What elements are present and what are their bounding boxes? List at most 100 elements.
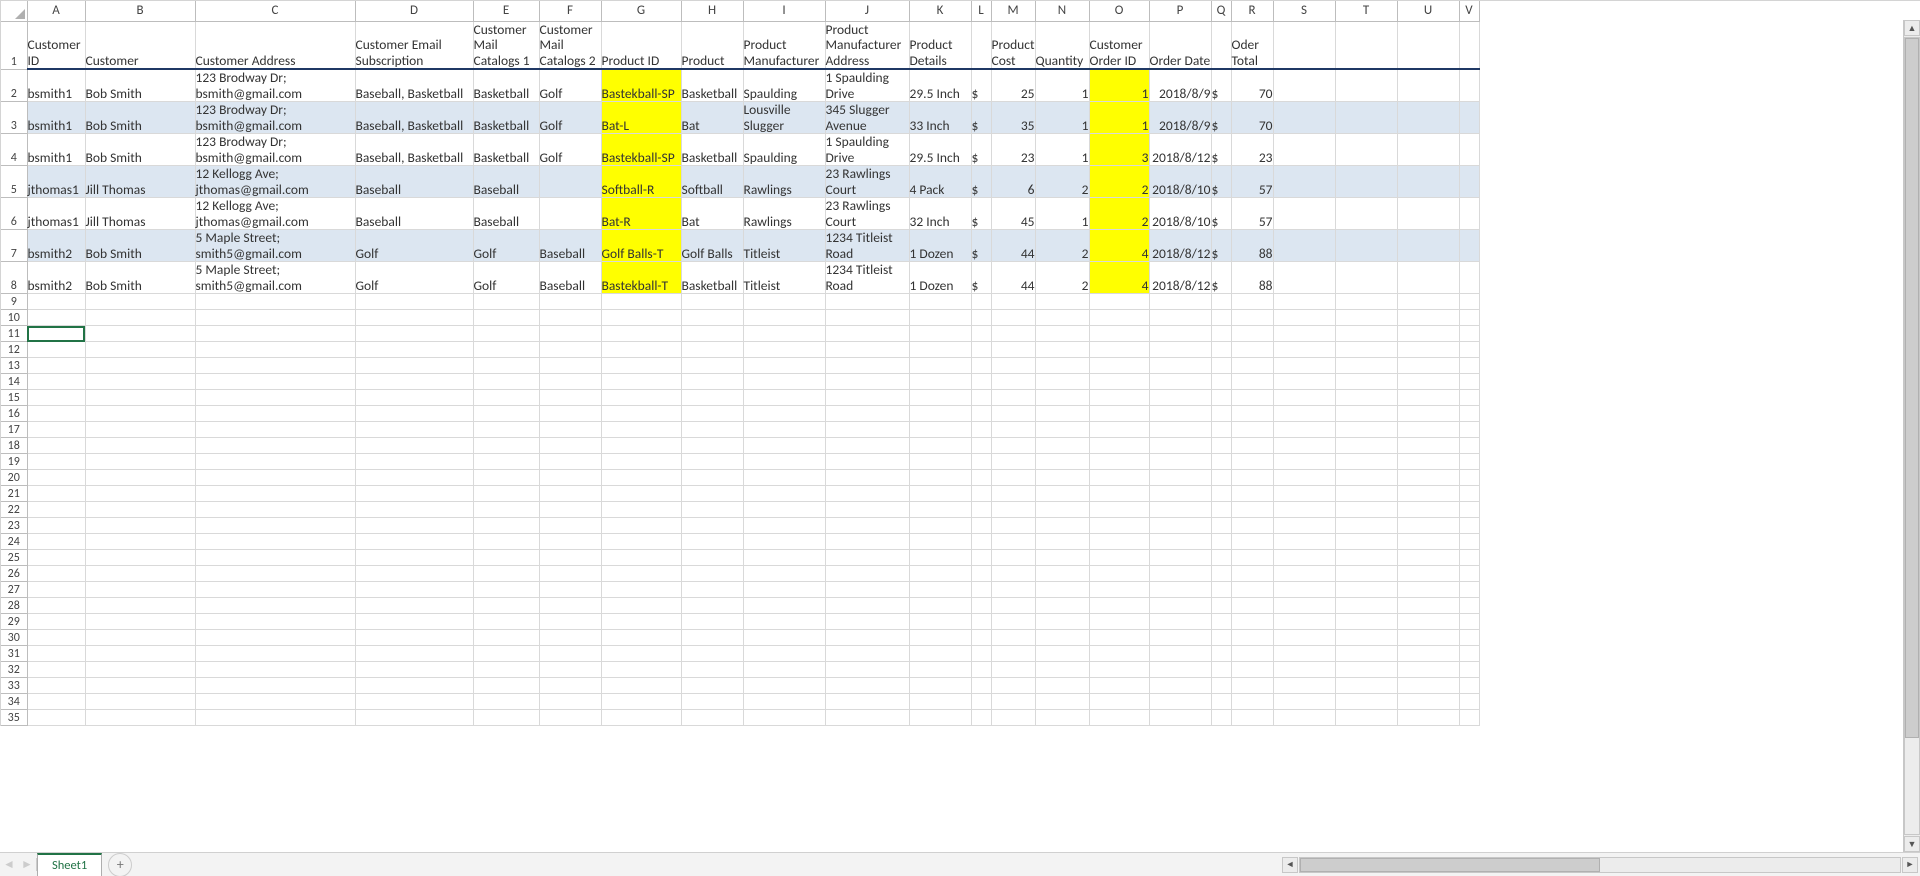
empty-cell[interactable] — [991, 406, 1035, 422]
data-cell[interactable]: 2018/8/12 — [1149, 230, 1211, 262]
empty-cell[interactable] — [473, 534, 539, 550]
empty-cell[interactable] — [473, 326, 539, 342]
empty-cell[interactable] — [539, 294, 601, 310]
header-cell[interactable] — [971, 21, 991, 69]
row-header[interactable]: 27 — [1, 582, 27, 598]
empty-cell[interactable] — [1397, 358, 1459, 374]
data-cell[interactable]: Golf — [355, 230, 473, 262]
empty-cell[interactable] — [355, 598, 473, 614]
header-cell[interactable]: Product Details — [909, 21, 971, 69]
empty-cell[interactable] — [681, 294, 743, 310]
row-header[interactable]: 8 — [1, 262, 27, 294]
empty-cell[interactable] — [825, 390, 909, 406]
empty-cell[interactable] — [601, 358, 681, 374]
empty-cell[interactable] — [1211, 454, 1231, 470]
header-cell[interactable]: Order Date — [1149, 21, 1211, 69]
empty-cell[interactable] — [909, 550, 971, 566]
data-cell[interactable]: 1 Spaulding Drive — [825, 134, 909, 166]
data-cell[interactable]: 123 Brodway Dr; bsmith@gmail.com — [195, 134, 355, 166]
header-cell[interactable]: Product ID — [601, 21, 681, 69]
empty-cell[interactable] — [1231, 438, 1273, 454]
data-cell[interactable] — [1273, 102, 1335, 134]
empty-cell[interactable] — [27, 694, 85, 710]
empty-cell[interactable] — [27, 710, 85, 726]
empty-cell[interactable] — [1035, 486, 1089, 502]
empty-cell[interactable] — [85, 326, 195, 342]
data-cell[interactable]: 2018/8/9 — [1149, 69, 1211, 102]
empty-cell[interactable] — [681, 550, 743, 566]
empty-cell[interactable] — [1397, 454, 1459, 470]
empty-cell[interactable] — [195, 358, 355, 374]
empty-cell[interactable] — [1035, 374, 1089, 390]
empty-cell[interactable] — [1459, 710, 1479, 726]
row-header[interactable]: 33 — [1, 678, 27, 694]
empty-cell[interactable] — [1397, 310, 1459, 326]
empty-cell[interactable] — [1397, 534, 1459, 550]
data-cell[interactable]: 2 — [1035, 230, 1089, 262]
data-cell[interactable]: Bob Smith — [85, 134, 195, 166]
data-cell[interactable]: 5 Maple Street; smith5@gmail.com — [195, 230, 355, 262]
empty-cell[interactable] — [1149, 694, 1211, 710]
empty-cell[interactable] — [825, 358, 909, 374]
data-cell[interactable] — [1459, 134, 1479, 166]
empty-cell[interactable] — [909, 358, 971, 374]
empty-cell[interactable] — [991, 518, 1035, 534]
row-header[interactable]: 24 — [1, 534, 27, 550]
empty-cell[interactable] — [473, 566, 539, 582]
empty-cell[interactable] — [1459, 294, 1479, 310]
row-header[interactable]: 3 — [1, 102, 27, 134]
empty-cell[interactable] — [601, 454, 681, 470]
empty-cell[interactable] — [539, 582, 601, 598]
row-header[interactable]: 35 — [1, 710, 27, 726]
empty-cell[interactable] — [743, 518, 825, 534]
empty-cell[interactable] — [85, 454, 195, 470]
empty-cell[interactable] — [601, 470, 681, 486]
data-cell[interactable]: Titleist — [743, 262, 825, 294]
empty-cell[interactable] — [1273, 678, 1335, 694]
empty-cell[interactable] — [1211, 518, 1231, 534]
data-cell[interactable]: 1 — [1089, 69, 1149, 102]
empty-cell[interactable] — [355, 390, 473, 406]
empty-cell[interactable] — [681, 486, 743, 502]
empty-cell[interactable] — [1089, 342, 1149, 358]
empty-cell[interactable] — [27, 390, 85, 406]
data-cell[interactable]: 44 — [991, 230, 1035, 262]
empty-cell[interactable] — [539, 566, 601, 582]
empty-cell[interactable] — [971, 678, 991, 694]
header-cell[interactable] — [1397, 21, 1459, 69]
empty-cell[interactable] — [195, 646, 355, 662]
empty-cell[interactable] — [473, 646, 539, 662]
empty-cell[interactable] — [1273, 406, 1335, 422]
empty-cell[interactable] — [1335, 294, 1397, 310]
vscroll-track[interactable] — [1904, 37, 1920, 835]
empty-cell[interactable] — [85, 534, 195, 550]
empty-cell[interactable] — [1459, 438, 1479, 454]
data-cell[interactable]: 23 Rawlings Court — [825, 198, 909, 230]
empty-cell[interactable] — [539, 678, 601, 694]
empty-cell[interactable] — [1211, 422, 1231, 438]
data-cell[interactable]: Basketball — [473, 102, 539, 134]
empty-cell[interactable] — [1273, 358, 1335, 374]
data-cell[interactable]: 1 — [1089, 102, 1149, 134]
empty-cell[interactable] — [681, 502, 743, 518]
empty-cell[interactable] — [539, 486, 601, 502]
empty-cell[interactable] — [601, 502, 681, 518]
empty-cell[interactable] — [1335, 614, 1397, 630]
empty-cell[interactable] — [1397, 646, 1459, 662]
empty-cell[interactable] — [1397, 294, 1459, 310]
column-header[interactable]: G — [601, 1, 681, 21]
empty-cell[interactable] — [85, 294, 195, 310]
empty-cell[interactable] — [1089, 438, 1149, 454]
empty-cell[interactable] — [681, 342, 743, 358]
empty-cell[interactable] — [85, 502, 195, 518]
empty-cell[interactable] — [1089, 550, 1149, 566]
empty-cell[interactable] — [27, 438, 85, 454]
empty-cell[interactable] — [355, 470, 473, 486]
empty-cell[interactable] — [1211, 550, 1231, 566]
empty-cell[interactable] — [85, 614, 195, 630]
data-cell[interactable]: Basketball — [681, 69, 743, 102]
empty-cell[interactable] — [825, 310, 909, 326]
empty-cell[interactable] — [355, 310, 473, 326]
empty-cell[interactable] — [825, 294, 909, 310]
empty-cell[interactable] — [1397, 390, 1459, 406]
